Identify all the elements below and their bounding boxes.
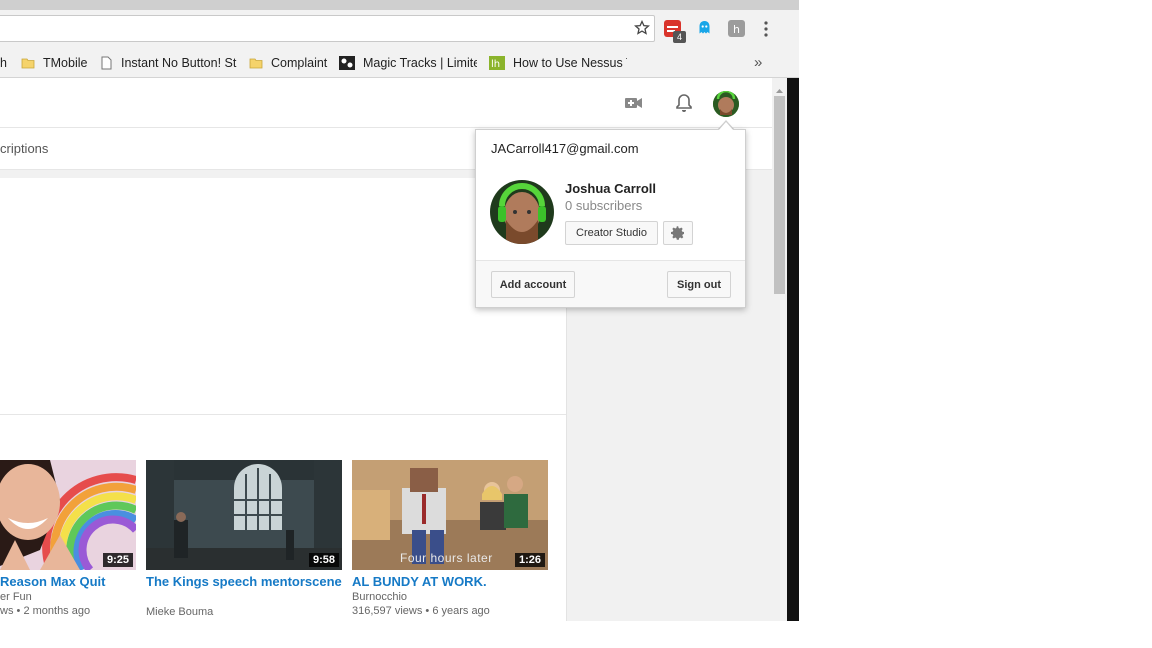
upload-video-icon[interactable] — [624, 95, 644, 111]
subscriber-count: 0 subscribers — [565, 198, 643, 213]
video-title[interactable]: The Kings speech mentorscene — [146, 574, 342, 590]
video-title[interactable]: Reason Max Quit — [0, 574, 136, 590]
address-bar[interactable] — [0, 15, 655, 42]
account-popup: JACarroll417@gmail.com Joshua Carroll 0 … — [475, 129, 746, 308]
bookmark-label: h — [0, 55, 7, 70]
page-icon — [99, 56, 113, 70]
video-title[interactable]: AL BUNDY AT WORK. — [352, 574, 548, 590]
svg-text:h: h — [733, 23, 740, 36]
upload-age: 6 years ago — [432, 605, 490, 617]
video-duration: 1:26 — [514, 553, 545, 567]
folder-icon — [21, 56, 35, 70]
tab-subscriptions-label: criptions — [0, 141, 49, 156]
masthead — [0, 78, 787, 128]
tab-subscriptions[interactable]: criptions — [0, 141, 48, 156]
upload-age: 2 months ago — [23, 605, 91, 617]
ghostery-extension-icon[interactable] — [696, 20, 713, 37]
bookmark-label: How to Use Nessus T — [513, 55, 627, 70]
channel-name[interactable]: er Fun — [0, 591, 32, 603]
sign-out-button[interactable]: Sign out — [667, 271, 731, 298]
video-duration: 9:58 — [308, 553, 339, 567]
svg-text:lh: lh — [491, 59, 500, 70]
video-meta: 316,597 views • 6 years ago — [352, 605, 490, 617]
popup-caret-fill — [718, 122, 734, 131]
add-account-button[interactable]: Add account — [491, 271, 575, 298]
tab-strip — [0, 0, 799, 10]
bookmark-label: Instant No Button! St — [121, 55, 237, 70]
video-thumbnail[interactable]: 9:58 — [146, 460, 342, 570]
bookmark-item[interactable]: Complaint — [249, 48, 331, 77]
scrollbar-thumb[interactable] — [774, 96, 785, 294]
bookmark-star-icon[interactable] — [634, 19, 650, 36]
view-count: ws — [0, 605, 14, 617]
avatar — [713, 91, 739, 117]
video-duration: 9:25 — [102, 553, 133, 567]
video-thumbnail[interactable]: Four hours later 1:26 — [352, 460, 548, 570]
extension-badge: 4 — [673, 31, 686, 43]
shelf-divider — [0, 414, 566, 415]
video-meta: ws • 2 months ago — [0, 605, 90, 617]
gear-icon — [671, 226, 684, 240]
channel-name[interactable]: Burnocchio — [352, 591, 407, 603]
browser-menu-icon[interactable] — [760, 20, 772, 38]
notifications-bell-icon[interactable] — [675, 93, 693, 113]
folder-icon — [249, 56, 263, 70]
more-bookmarks-label: » — [754, 54, 763, 71]
thumbnail-caption: Four hours later — [400, 551, 493, 565]
scroll-up-arrow-icon[interactable] — [775, 82, 784, 93]
lh-icon: lh — [489, 55, 505, 70]
bookmark-item[interactable]: Instant No Button! St — [99, 48, 237, 77]
avatar-button[interactable] — [713, 91, 739, 117]
account-avatar[interactable] — [490, 180, 554, 244]
settings-button[interactable] — [663, 221, 693, 245]
channel-name[interactable]: Mieke Bouma — [146, 606, 213, 618]
creator-studio-button[interactable]: Creator Studio — [565, 221, 658, 245]
view-count: 316,597 views — [352, 605, 423, 617]
extension-icon[interactable]: h — [728, 20, 745, 37]
window-edge — [787, 78, 799, 621]
bookmark-item[interactable]: Magic Tracks | Limitec — [339, 48, 477, 77]
account-name: Joshua Carroll — [565, 181, 657, 196]
more-bookmarks-button[interactable]: » — [754, 48, 768, 77]
bookmark-label: Magic Tracks | Limitec — [363, 55, 477, 70]
bookmark-label: Complaint — [271, 55, 328, 70]
bookmark-item[interactable]: lh How to Use Nessus T — [489, 48, 627, 77]
magic-tracks-icon — [339, 55, 355, 70]
account-email: JACarroll417@gmail.com — [491, 141, 639, 156]
bookmark-label: TMobile — [43, 55, 88, 70]
video-thumbnail[interactable]: 9:25 — [0, 460, 136, 570]
bookmark-item[interactable]: h — [0, 48, 14, 77]
bookmarks-bar: h TMobile Instant No Button! St Complain… — [0, 48, 799, 78]
bookmark-item[interactable]: TMobile — [21, 48, 101, 77]
